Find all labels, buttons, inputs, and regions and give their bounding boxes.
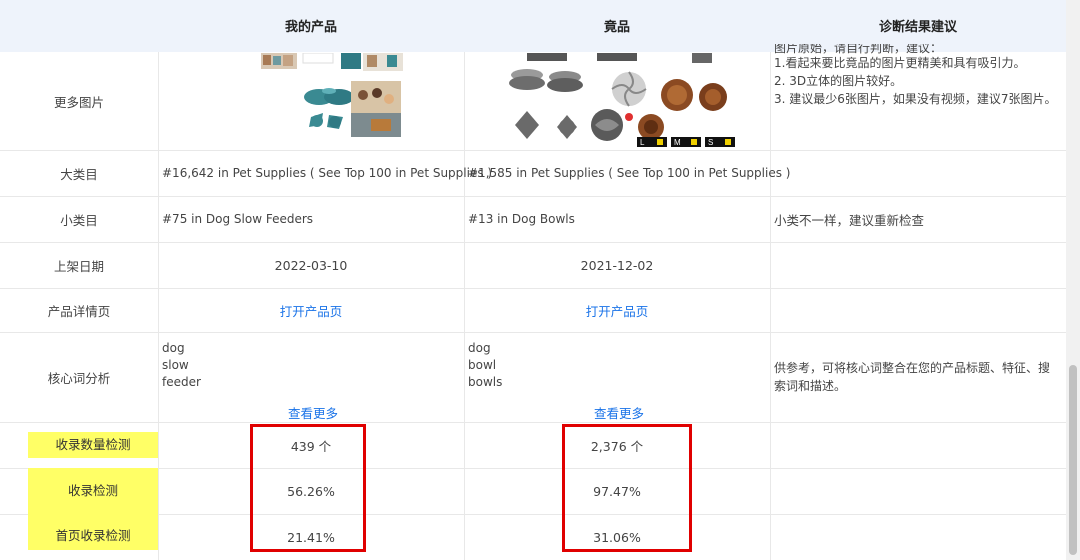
detail-advice — [770, 288, 1066, 332]
keywords-advice: 供参考，可将核心词整合在您的产品标题、特征、搜索词和描述。 — [770, 332, 1066, 422]
table-row-category: 大类目 #16,642 in Pet Supplies ( See Top 10… — [0, 150, 1066, 197]
svg-text:M: M — [674, 138, 681, 147]
competitor-listing-date: 2021-12-02 — [580, 257, 654, 273]
red-highlight-box-mine — [250, 424, 366, 552]
images-advice: 图片原始，请自行判断，建议： 1.看起来要比竟品的图片更精美和具有吸引力。 2.… — [770, 44, 1066, 150]
my-keywords-cell: dog slow feeder 查看更多 — [158, 332, 464, 422]
my-detail-cell: 打开产品页 — [158, 288, 464, 332]
row-label-index-rate: 收录检测 — [28, 468, 158, 514]
row-label-index-count-cell: 收录数量检测 — [0, 422, 158, 468]
keyword: dog — [162, 341, 185, 355]
my-product-image-gallery[interactable] — [211, 53, 411, 149]
index-rate-advice — [770, 468, 1066, 514]
my-keyword-list: dog slow feeder — [162, 340, 464, 391]
first-page-advice — [770, 514, 1066, 560]
competitor-subcategory: #13 in Dog Bowls — [468, 212, 575, 226]
competitor-images[interactable]: L M S — [464, 52, 770, 150]
open-competitor-product-link[interactable]: 打开产品页 — [586, 301, 649, 320]
my-product-images[interactable] — [158, 52, 464, 150]
svg-text:L: L — [640, 138, 645, 147]
table-row-images: 更多图片 L M S 图片原始，请自行判断，建议： 1.看起来要比竟品的图片更精… — [0, 44, 1066, 151]
date-advice — [770, 242, 1066, 288]
row-label-detail: 产品详情页 — [47, 303, 111, 319]
competitor-category: #1,585 in Pet Supplies ( See Top 100 in … — [468, 166, 791, 180]
keywords-advice-text: 供参考，可将核心词整合在您的产品标题、特征、搜索词和描述。 — [774, 361, 1051, 393]
images-advice-intro: 图片原始，请自行判断，建议： — [774, 44, 943, 54]
keyword: slow — [162, 358, 189, 372]
images-advice-line-1: 1.看起来要比竟品的图片更精美和具有吸引力。 — [774, 56, 1026, 70]
keyword: bowl — [468, 358, 497, 372]
competitor-keywords-more-link[interactable]: 查看更多 — [594, 406, 644, 421]
header-competitor: 竟品 — [603, 20, 630, 35]
scrollbar-thumb[interactable] — [1069, 365, 1077, 555]
header-my-product: 我的产品 — [284, 20, 337, 35]
table-row-detail: 产品详情页 打开产品页 打开产品页 — [0, 288, 1066, 333]
keyword: bowls — [468, 375, 503, 389]
subcategory-advice: 小类不一样，建议重新检查 — [774, 212, 925, 228]
my-listing-date: 2022-03-10 — [274, 257, 348, 273]
svg-text:S: S — [708, 138, 713, 147]
competitor-image-gallery[interactable]: L M S — [487, 53, 747, 149]
competitor-detail-cell: 打开产品页 — [464, 288, 770, 332]
row-label-images: 更多图片 — [53, 94, 104, 110]
row-label-keywords: 核心词分析 — [47, 370, 111, 386]
table-row-index-rate: 收录检测 56.26% 97.47% — [0, 468, 1066, 515]
table-row-first-page: 首页收录检测 21.41% 31.06% — [0, 514, 1066, 560]
table-row-keywords: 核心词分析 dog slow feeder 查看更多 dog bowl bowl… — [0, 332, 1066, 423]
my-keywords-more-link[interactable]: 查看更多 — [288, 406, 338, 421]
table-row-date: 上架日期 2022-03-10 2021-12-02 — [0, 242, 1066, 289]
row-label-subcategory: 小类目 — [60, 212, 98, 228]
my-subcategory: #75 in Dog Slow Feeders — [162, 212, 314, 226]
keyword: dog — [468, 341, 491, 355]
category-advice — [770, 150, 1066, 196]
row-label-first-page: 首页收录检测 — [28, 514, 158, 550]
table-row-subcategory: 小类目 #75 in Dog Slow Feeders #13 in Dog B… — [0, 196, 1066, 243]
row-label-date: 上架日期 — [53, 258, 104, 274]
row-label-first-page-cell: 首页收录检测 — [0, 514, 158, 560]
row-label-category: 大类目 — [60, 166, 98, 182]
competitor-keywords-cell: dog bowl bowls 查看更多 — [464, 332, 770, 422]
row-label-index-count: 收录数量检测 — [28, 432, 158, 458]
images-advice-line-2: 2. 3D立体的图片较好。 — [774, 74, 903, 88]
keyword: feeder — [162, 375, 201, 389]
open-my-product-link[interactable]: 打开产品页 — [280, 301, 343, 320]
my-category: #16,642 in Pet Supplies ( See Top 100 in… — [162, 166, 493, 180]
competitor-keyword-list: dog bowl bowls — [468, 340, 770, 391]
red-highlight-box-competitor — [562, 424, 692, 552]
index-count-advice — [770, 422, 1066, 468]
comparison-table: 我的产品 竟品 诊断结果建议 更多图片 L M S 图片原始，请自行判断，建议：… — [0, 0, 1066, 560]
images-advice-line-3: 3. 建议最少6张图片，如果没有视频，建议7张图片。 — [774, 92, 1057, 106]
row-label-index-rate-cell: 收录检测 — [0, 468, 158, 514]
table-row-index-count: 收录数量检测 439 个 2,376 个 — [0, 422, 1066, 469]
vertical-scrollbar[interactable] — [1066, 0, 1080, 560]
